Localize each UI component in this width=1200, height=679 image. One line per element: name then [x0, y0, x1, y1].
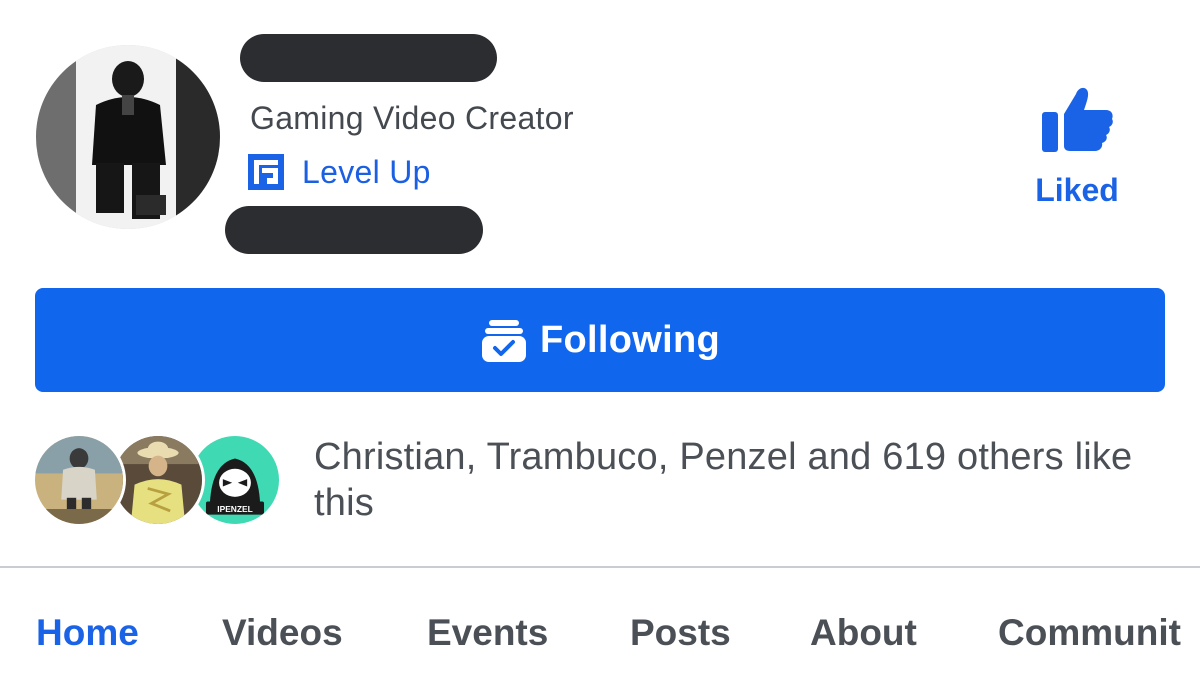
- tab-posts[interactable]: Posts: [630, 612, 731, 654]
- redacted-page-name: [240, 34, 497, 82]
- friend-avatar-2-image: [114, 436, 202, 524]
- following-inbox-check-icon: [482, 320, 526, 362]
- level-up-badge[interactable]: Level Up: [248, 152, 431, 192]
- page-tabs: Home Videos Events Posts About Communit: [36, 612, 1200, 662]
- friend-avatar-3-badge: IPENZEL: [217, 504, 253, 514]
- friend-avatar-1-image: [35, 436, 123, 524]
- tab-community[interactable]: Communit: [998, 612, 1181, 654]
- level-up-label: Level Up: [302, 153, 431, 190]
- tab-about[interactable]: About: [810, 612, 917, 654]
- liked-label: Liked: [1035, 172, 1119, 208]
- tab-home[interactable]: Home: [36, 612, 139, 654]
- profile-avatar[interactable]: [36, 45, 220, 229]
- friend-avatar-1[interactable]: [32, 433, 126, 527]
- page-category: Gaming Video Creator: [250, 100, 574, 136]
- liked-button[interactable]: Liked: [1018, 84, 1136, 214]
- following-button[interactable]: Following: [35, 288, 1165, 392]
- section-divider: [0, 566, 1200, 568]
- tab-events[interactable]: Events: [427, 612, 548, 654]
- thumbs-up-icon: [1042, 87, 1113, 152]
- likes-summary[interactable]: Christian, Trambuco, Penzel and 619 othe…: [314, 434, 1154, 526]
- level-up-icon: [248, 154, 284, 190]
- tab-videos[interactable]: Videos: [222, 612, 343, 654]
- profile-avatar-image: [36, 45, 220, 229]
- following-label: Following: [540, 318, 720, 361]
- redacted-info: [225, 206, 483, 254]
